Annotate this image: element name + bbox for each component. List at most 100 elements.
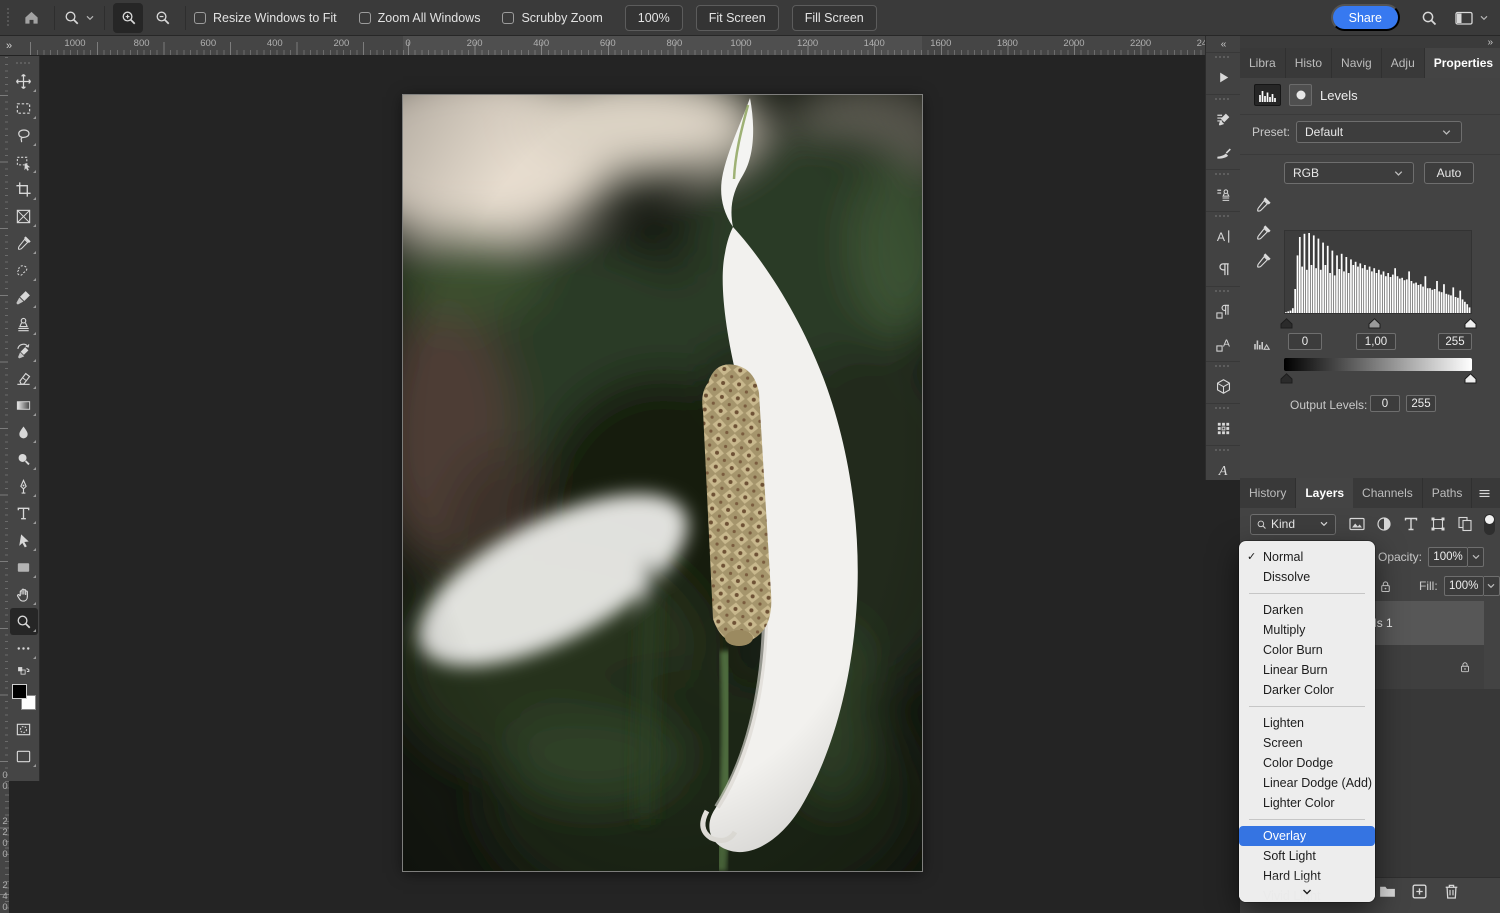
dock-collapse-button[interactable]: « (1206, 36, 1240, 52)
3d-panel-button[interactable] (1206, 370, 1241, 403)
layers-menu-button[interactable] (1477, 478, 1500, 508)
tab-navig[interactable]: Navig (1332, 48, 1382, 78)
kind-filter-select[interactable]: Kind (1250, 514, 1336, 535)
tab-history[interactable]: History (1240, 478, 1296, 508)
checkbox-box[interactable] (194, 12, 206, 24)
output-shadow-field[interactable]: 0 (1370, 395, 1400, 412)
filter-type-layers-button[interactable] (1402, 515, 1420, 533)
menu-item-color-burn[interactable]: Color Burn (1239, 640, 1375, 660)
blur-tool[interactable] (10, 419, 38, 446)
menu-item-screen[interactable]: Screen (1239, 733, 1375, 753)
crop-tool[interactable] (10, 176, 38, 203)
menu-scroll-more-icon[interactable] (1300, 885, 1314, 899)
checkbox-box[interactable] (502, 12, 514, 24)
midtone-input-slider[interactable] (1368, 318, 1381, 329)
options-bar-grip[interactable] (4, 8, 12, 28)
screen-mode-button[interactable] (10, 743, 38, 770)
rectangular-marquee-tool[interactable] (10, 95, 38, 122)
menu-item-normal[interactable]: ✓Normal (1239, 547, 1375, 567)
menu-item-linear-burn[interactable]: Linear Burn (1239, 660, 1375, 680)
healing-brush-tool[interactable] (10, 257, 38, 284)
home-button[interactable] (16, 3, 46, 33)
brush-tool[interactable] (10, 284, 38, 311)
auto-button[interactable]: Auto (1424, 162, 1474, 184)
tab-libra[interactable]: Libra (1240, 48, 1286, 78)
horizontal-ruler[interactable]: 1000800600400200020040060080010001200140… (28, 36, 1205, 56)
filter-shape-layers-button[interactable] (1429, 515, 1447, 533)
eyedropper-tool[interactable] (10, 230, 38, 257)
menu-item-darken[interactable]: Darken (1239, 600, 1375, 620)
move-tool[interactable] (10, 68, 38, 95)
checkbox-zoom-all-windows[interactable]: Zoom All Windows (359, 11, 481, 25)
menu-item-lighten[interactable]: Lighten (1239, 713, 1375, 733)
shadow-input-field[interactable]: 0 (1288, 333, 1322, 350)
menu-item-multiply[interactable]: Multiply (1239, 620, 1375, 640)
dodge-tool[interactable] (10, 446, 38, 473)
zoom-out-button[interactable] (147, 3, 177, 33)
black-point-eyedropper-icon[interactable] (1254, 196, 1272, 214)
gray-point-eyedropper-icon[interactable] (1254, 224, 1272, 242)
filter-smart-objects-button[interactable] (1456, 515, 1474, 533)
tab-channels[interactable]: Channels (1353, 478, 1423, 508)
menu-item-color-dodge[interactable]: Color Dodge (1239, 753, 1375, 773)
canvas-document[interactable] (403, 95, 922, 871)
clone-source-panel-button[interactable] (1206, 178, 1241, 211)
quick-mask-button[interactable] (10, 716, 38, 743)
output-highlight-slider[interactable] (1464, 373, 1477, 384)
new-group-button[interactable] (1378, 882, 1397, 901)
menu-item-linear-dodge-add-[interactable]: Linear Dodge (Add) (1239, 773, 1375, 793)
output-highlight-field[interactable]: 255 (1406, 395, 1436, 412)
output-shadow-slider[interactable] (1280, 373, 1293, 384)
channel-select[interactable]: RGB (1284, 162, 1414, 184)
filter-pixel-layers-button[interactable] (1348, 515, 1366, 533)
path-selection-tool[interactable] (10, 527, 38, 554)
zoom-tool[interactable] (10, 608, 38, 635)
opacity-scrubber[interactable] (1468, 547, 1484, 567)
fit-screen-button[interactable]: Fit Screen (696, 5, 779, 31)
tab-paths[interactable]: Paths (1423, 478, 1473, 508)
tab-adju[interactable]: Adju (1382, 48, 1425, 78)
fill-field[interactable]: 100% (1444, 576, 1484, 596)
brushes-panel-button[interactable] (1206, 136, 1241, 169)
fill-screen-button[interactable]: Fill Screen (792, 5, 877, 31)
midtone-input-field[interactable]: 1,00 (1356, 333, 1396, 350)
glyphs-panel-button[interactable] (1206, 454, 1241, 487)
panel-expander[interactable]: » (1487, 37, 1492, 48)
filter-adjustment-layers-button[interactable] (1375, 515, 1393, 533)
pen-tool[interactable] (10, 473, 38, 500)
checkbox-box[interactable] (359, 12, 371, 24)
toolbar-expander[interactable]: » (0, 36, 28, 56)
toolbar-grip[interactable] (16, 60, 32, 66)
lasso-tool[interactable] (10, 122, 38, 149)
zoom-100-button[interactable]: 100% (625, 5, 683, 31)
eraser-tool[interactable] (10, 365, 38, 392)
type-tool[interactable] (10, 500, 38, 527)
new-layer-button[interactable] (1410, 882, 1429, 901)
character-styles-panel-button[interactable] (1206, 328, 1241, 361)
checkbox-scrubby-zoom[interactable]: Scrubby Zoom (502, 11, 602, 25)
object-selection-tool[interactable] (10, 149, 38, 176)
delete-layer-button[interactable] (1442, 882, 1461, 901)
search-icon[interactable] (1420, 9, 1438, 27)
swap-colors-button[interactable] (10, 662, 38, 682)
highlight-input-field[interactable]: 255 (1438, 333, 1472, 350)
menu-item-overlay[interactable]: Overlay (1239, 826, 1375, 846)
tab-histo[interactable]: Histo (1286, 48, 1332, 78)
tab-properties[interactable]: Properties (1425, 48, 1500, 78)
rectangle-tool[interactable] (10, 554, 38, 581)
edit-toolbar[interactable] (10, 635, 38, 662)
brush-settings-panel-button[interactable] (1206, 103, 1241, 136)
histogram-warning-icon[interactable] (1250, 336, 1274, 354)
paragraph-panel-button[interactable] (1206, 253, 1241, 286)
menu-item-soft-light[interactable]: Soft Light (1239, 846, 1375, 866)
character-panel-button[interactable] (1206, 220, 1241, 253)
foreground-color-swatch[interactable] (12, 684, 27, 699)
chevron-down-icon[interactable] (1478, 12, 1490, 24)
zoom-tool-preset[interactable] (63, 9, 96, 26)
white-point-eyedropper-icon[interactable] (1254, 252, 1272, 270)
lock-icon[interactable] (1378, 579, 1393, 594)
fill-scrubber[interactable] (1484, 576, 1500, 596)
preset-select[interactable]: Default (1296, 121, 1462, 143)
hand-tool[interactable] (10, 581, 38, 608)
highlight-input-slider[interactable] (1464, 318, 1477, 329)
